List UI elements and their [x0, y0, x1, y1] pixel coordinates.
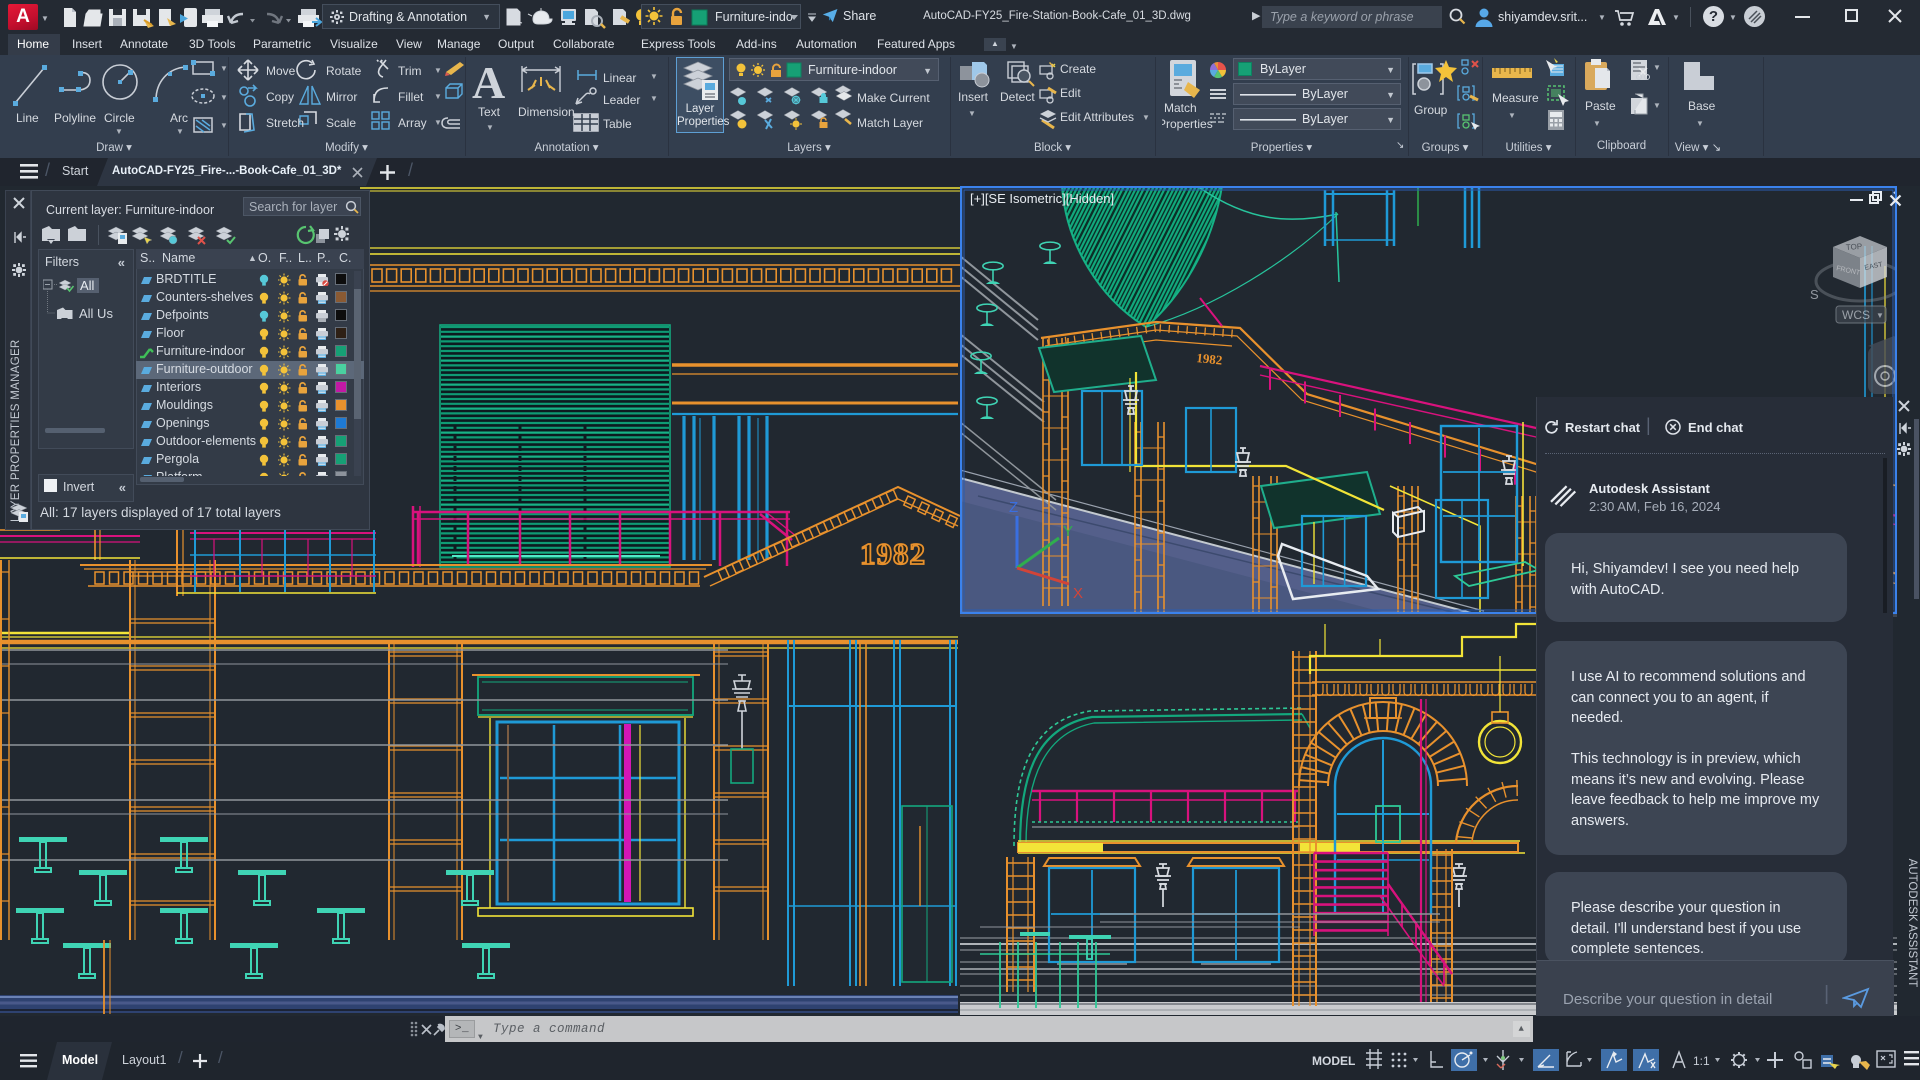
svg-text:▼: ▼ — [1696, 119, 1704, 128]
svg-text:▼: ▼ — [220, 93, 228, 102]
svg-text:Fillet: Fillet — [398, 90, 424, 104]
svg-text:Trim: Trim — [398, 64, 422, 78]
svg-text:▼: ▼ — [220, 64, 228, 73]
svg-text:Measure: Measure — [1492, 91, 1539, 105]
svg-text:▼: ▼ — [968, 109, 976, 118]
svg-text:▼: ▼ — [650, 72, 658, 81]
svg-text:▼: ▼ — [1508, 111, 1516, 120]
svg-text:Base: Base — [1688, 99, 1716, 113]
svg-text:Linear: Linear — [603, 71, 636, 85]
svg-text:A: A — [472, 58, 505, 108]
svg-text:▼: ▼ — [434, 92, 442, 101]
svg-text:Match: Match — [1164, 101, 1197, 115]
svg-text:Line: Line — [16, 111, 39, 125]
svg-text:Make Current: Make Current — [857, 91, 930, 105]
svg-text:Edit: Edit — [1060, 86, 1081, 100]
svg-text:▼: ▼ — [486, 123, 494, 132]
svg-text:Polyline: Polyline — [54, 111, 96, 125]
svg-text:Edit Attributes: Edit Attributes — [1060, 110, 1134, 124]
svg-text:Mirror: Mirror — [326, 90, 357, 104]
svg-text:▼: ▼ — [650, 94, 658, 103]
svg-text:Scale: Scale — [326, 116, 356, 130]
svg-text:Match Layer: Match Layer — [857, 116, 923, 130]
svg-text:▼: ▼ — [220, 121, 228, 130]
svg-text:▼: ▼ — [1593, 119, 1601, 128]
svg-text:▼: ▼ — [434, 118, 442, 127]
svg-text:▼: ▼ — [434, 66, 442, 75]
svg-text:Detect: Detect — [1000, 90, 1035, 104]
svg-text:Arc: Arc — [170, 111, 188, 125]
svg-text:Copy: Copy — [266, 90, 294, 104]
svg-text:Insert: Insert — [958, 90, 989, 104]
svg-text:Move: Move — [266, 64, 296, 78]
svg-text:▼: ▼ — [1142, 113, 1150, 122]
svg-text:▼: ▼ — [1653, 101, 1661, 110]
svg-text:Text: Text — [478, 105, 501, 119]
svg-text:Properties: Properties — [1162, 117, 1213, 131]
svg-text:Leader: Leader — [603, 93, 640, 107]
svg-text:▼: ▼ — [1653, 63, 1661, 72]
svg-text:Create: Create — [1060, 62, 1096, 76]
svg-text:▼: ▼ — [115, 127, 123, 135]
svg-text:1:1: 1:1 — [1693, 1054, 1710, 1068]
svg-text:Array: Array — [398, 116, 427, 130]
svg-text:Rotate: Rotate — [326, 64, 362, 78]
svg-text:Stretch: Stretch — [266, 116, 304, 130]
svg-text:▼: ▼ — [176, 127, 184, 135]
svg-text:Group: Group — [1414, 103, 1448, 117]
svg-text:Dimension: Dimension — [518, 105, 575, 119]
svg-text:Circle: Circle — [104, 111, 135, 125]
svg-text:Paste: Paste — [1585, 99, 1616, 113]
svg-text:Table: Table — [603, 117, 632, 131]
